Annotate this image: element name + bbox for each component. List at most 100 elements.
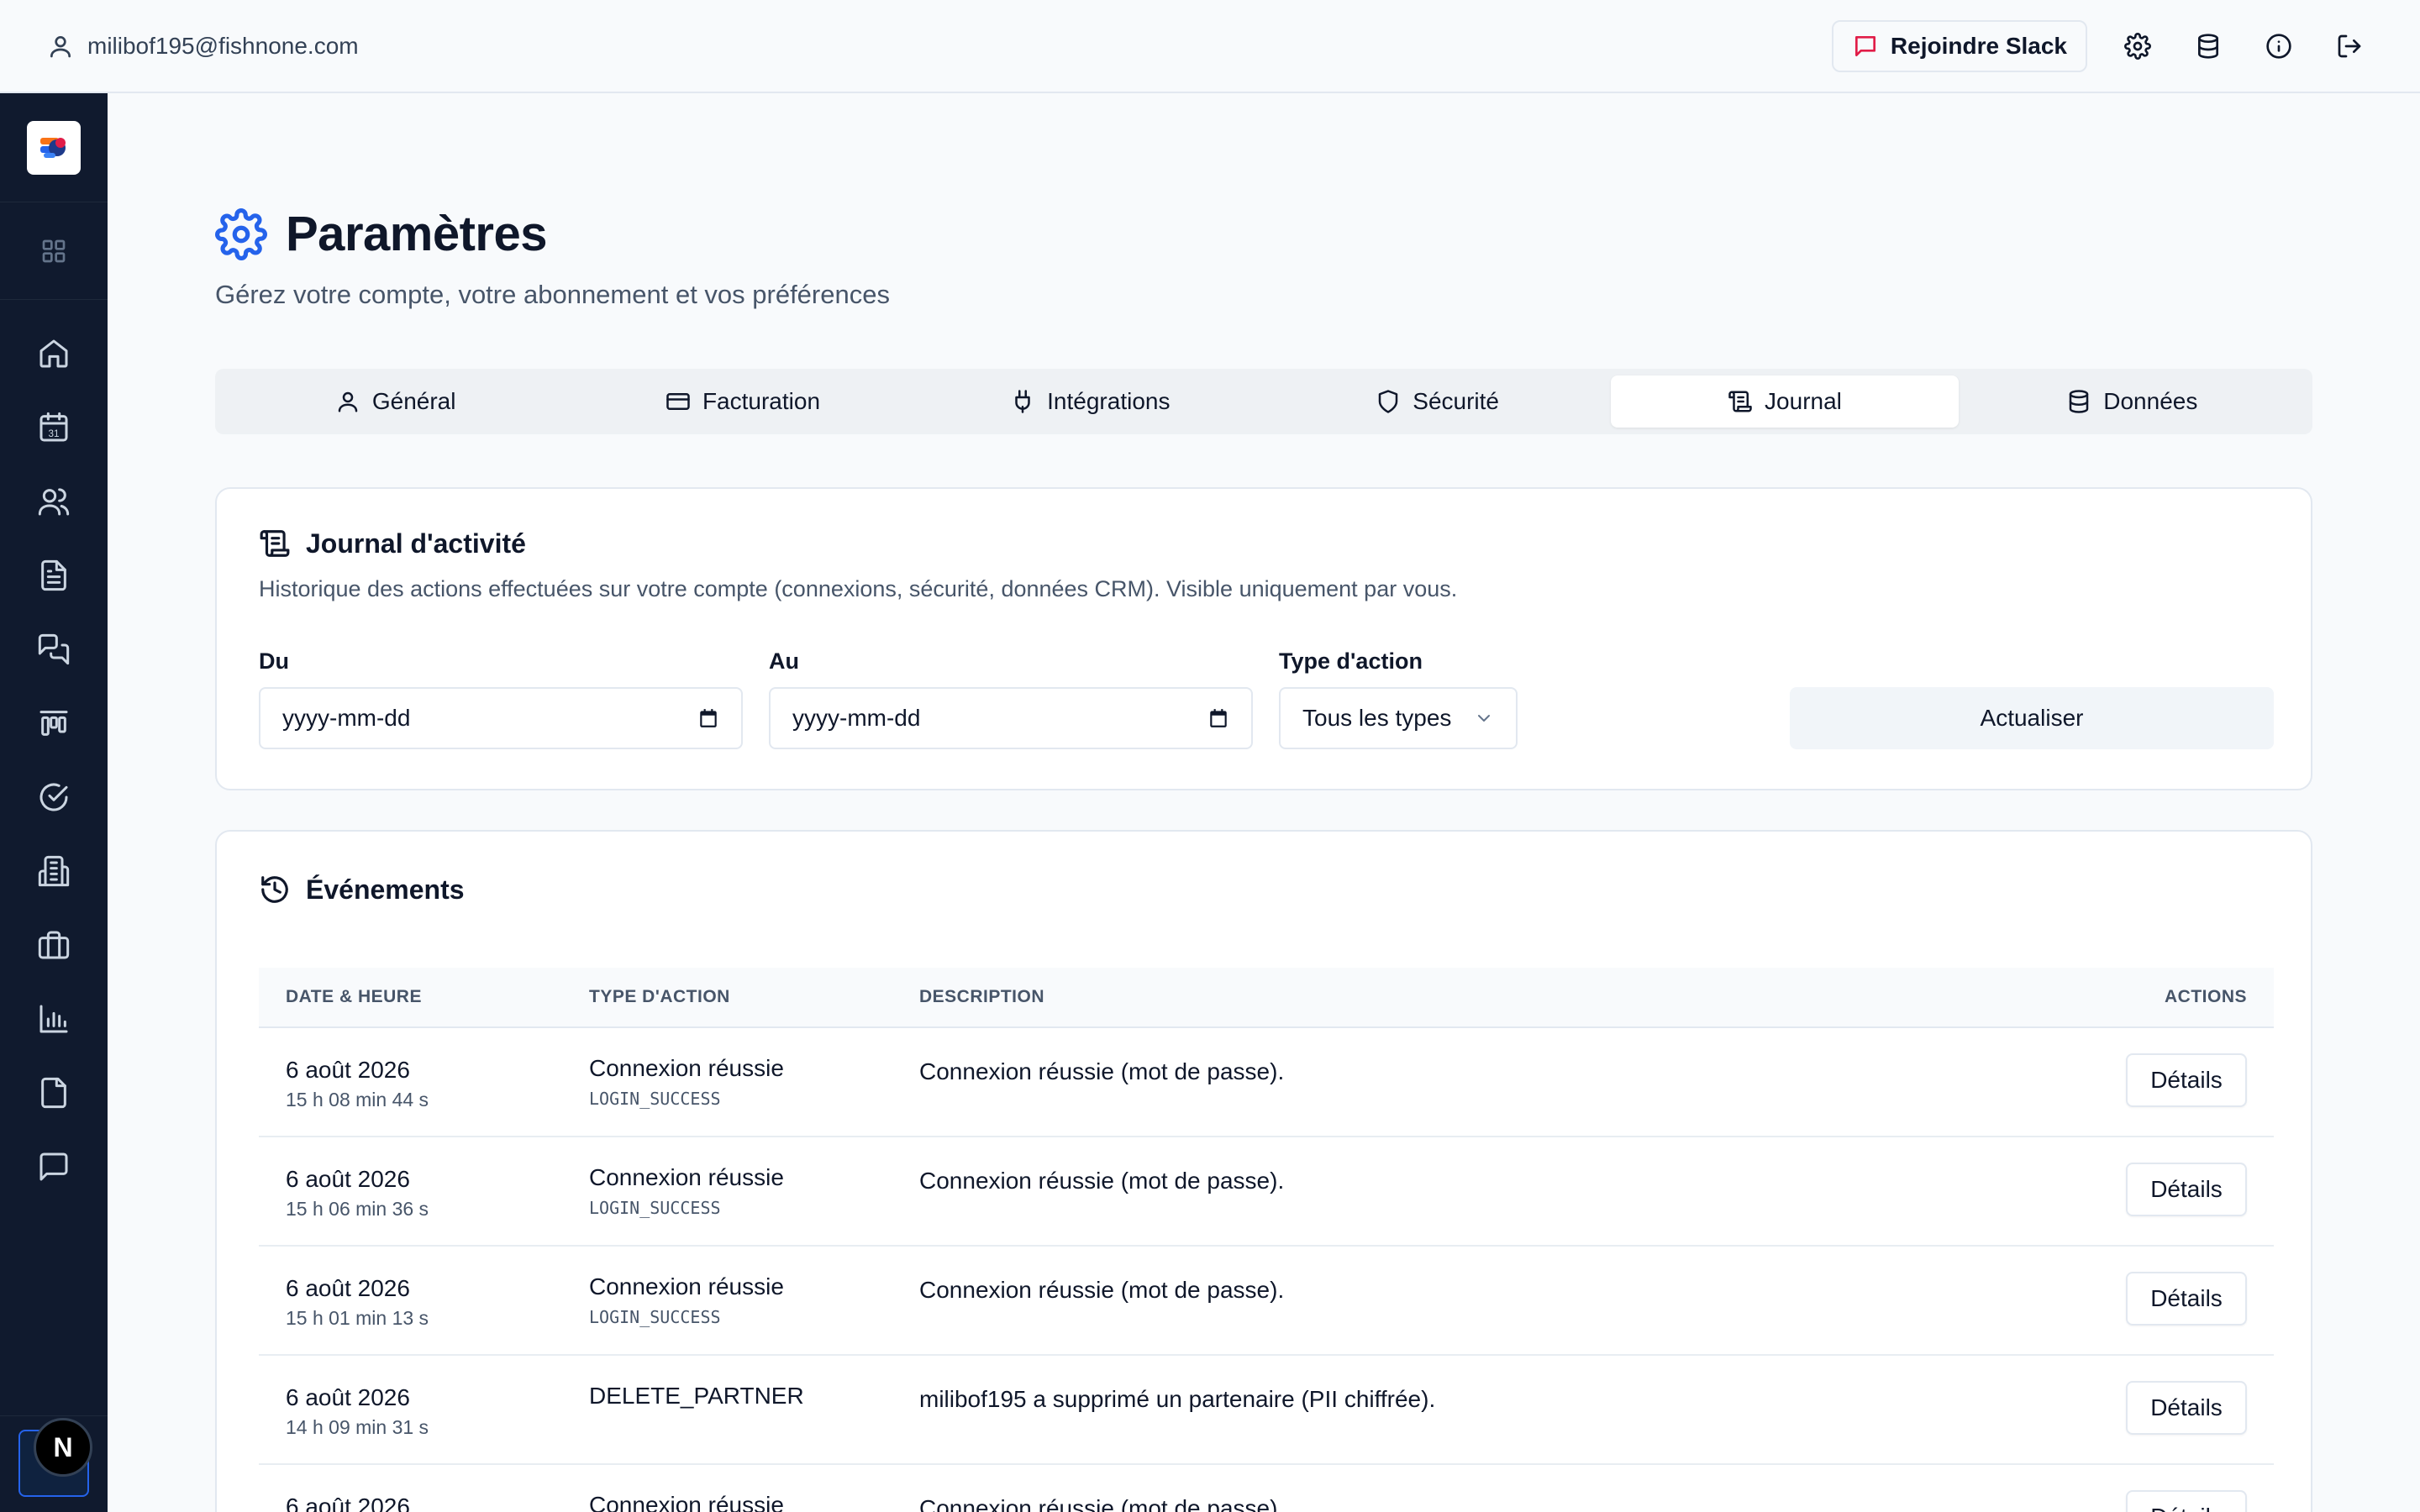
tab-label: Journal [1765,388,1842,414]
from-label: Du [259,648,289,674]
chevron-down-icon [1478,715,1490,722]
user-icon [338,391,358,412]
event-code: LOGIN_SUCCESS [589,1089,721,1109]
bar-chart-icon [39,1005,68,1033]
nav-documents[interactable] [0,538,108,612]
column-header[interactable]: DESCRIPTION [919,987,2106,1007]
user-icon [50,35,71,57]
scroll-icon [1728,391,1752,412]
message-icon [1854,35,1876,56]
event-date: 6 août 2026 [286,1494,410,1512]
card-description: Historique des actions effectuées sur vo… [259,576,1458,601]
details-button[interactable]: Détails [2126,1053,2247,1107]
apps-grid-button[interactable] [0,202,108,300]
info-button[interactable] [2259,26,2299,66]
tab-integrations[interactable]: Intégrations [917,375,1264,428]
user-email: milibof195@fishnone.com [87,32,359,59]
top-bar: milibof195@fishnone.com Rejoindre Slack [0,0,2420,93]
tab-billing[interactable]: Facturation [569,375,916,428]
tab-label: Facturation [702,388,821,414]
card-title: Journal d'activité [306,528,526,559]
event-description: milibof195 a supprimé un partenaire (PII… [919,1386,1436,1412]
page-subtitle: Gérez votre compte, votre abonnement et … [215,280,890,309]
event-type: Connexion réussie [589,1164,784,1190]
nav-contacts[interactable] [0,465,108,538]
kanban-icon [39,711,68,736]
building-icon [38,855,70,887]
database-button[interactable] [2188,26,2228,66]
home-icon [39,339,68,368]
settings-button[interactable] [2118,26,2158,66]
action-type-select[interactable]: Tous les types [1279,687,1518,749]
tab-label: Sécurité [1413,388,1499,414]
table-row: 6 août 2026 15 h 06 min 36 s Connexion r… [259,1137,2274,1247]
tab-journal[interactable]: Journal [1611,375,1959,428]
tab-label: Données [2103,388,2198,414]
settings-icon [2124,32,2151,60]
table-row: 6 août 2026 15 h 01 min 13 s Connexion r… [259,1247,2274,1356]
logout-button[interactable] [2329,26,2370,66]
column-header[interactable]: TYPE D'ACTION [589,987,919,1007]
file-icon [41,1077,66,1109]
table-row: 6 août 2026 Connexion réussie Connexion … [259,1465,2274,1512]
refresh-button[interactable]: Actualiser [1790,687,2274,749]
tab-data[interactable]: Données [1959,375,2306,428]
nav-chat[interactable] [0,1130,108,1204]
event-code: LOGIN_SUCCESS [589,1198,721,1218]
event-time: 15 h 01 min 13 s [286,1307,429,1329]
to-date-input[interactable]: yyyy-mm-dd [769,687,1253,749]
nav-messages[interactable] [0,612,108,686]
history-icon [261,876,288,903]
messages-icon [38,633,70,665]
events-table: DATE & HEURE TYPE D'ACTION DESCRIPTION A… [259,968,2274,1512]
calendar-icon[interactable] [697,707,719,729]
user-account: milibof195@fishnone.com [47,33,359,60]
chat-icon [39,1152,68,1181]
join-slack-button[interactable]: Rejoindre Slack [1831,19,2087,72]
card-title: Événements [306,874,465,905]
event-type: DELETE_PARTNER [589,1383,804,1409]
to-label: Au [769,648,799,674]
info-icon [2266,33,2291,59]
shield-icon [1379,390,1398,413]
details-button[interactable]: Détails [2126,1163,2247,1216]
page-title: Paramètres [286,207,548,261]
plug-icon [1015,390,1030,413]
details-button[interactable]: Détails [2126,1490,2247,1512]
nav-pipeline[interactable] [0,686,108,760]
event-description: Connexion réussie (mot de passe). [919,1058,1285,1084]
settings-tabs: Général Facturation Intégrations Sécurit… [215,369,2312,434]
svg-text:31: 31 [49,428,60,439]
event-date: 6 août 2026 [286,1384,410,1410]
event-type: Connexion réussie [589,1273,784,1299]
from-date-input[interactable]: yyyy-mm-dd [259,687,743,749]
nav-tasks[interactable] [0,760,108,834]
calendar-icon[interactable] [1207,707,1229,729]
tab-security[interactable]: Sécurité [1264,375,1611,428]
nav-files[interactable] [0,1056,108,1130]
events-card: Événements DATE & HEURE TYPE D'ACTION DE… [215,830,2312,1512]
nav-companies[interactable] [0,834,108,908]
event-time: 15 h 08 min 44 s [286,1089,429,1110]
event-description: Connexion réussie (mot de passe). [919,1277,1285,1303]
event-description: Connexion réussie (mot de passe). [919,1168,1285,1194]
dev-tools-badge[interactable]: N [34,1418,92,1477]
table-header: DATE & HEURE TYPE D'ACTION DESCRIPTION A… [259,968,2274,1028]
column-header[interactable]: DATE & HEURE [259,987,589,1007]
nav-deals[interactable] [0,908,108,982]
tab-label: Intégrations [1047,388,1171,414]
details-button[interactable]: Détails [2126,1272,2247,1326]
nav-home[interactable] [0,317,108,391]
document-icon [41,559,66,591]
nav-reports[interactable] [0,982,108,1056]
event-date: 6 août 2026 [286,1275,410,1301]
event-description: Connexion réussie (mot de passe). [919,1495,1285,1512]
table-row: 6 août 2026 15 h 08 min 44 s Connexion r… [259,1028,2274,1137]
briefcase-icon [38,931,70,959]
database-icon [2070,390,2089,413]
details-button[interactable]: Détails [2126,1381,2247,1435]
logo-icon [40,137,66,158]
tab-general[interactable]: Général [222,375,569,428]
app-logo[interactable] [27,120,81,175]
nav-calendar[interactable]: 31 [0,391,108,465]
